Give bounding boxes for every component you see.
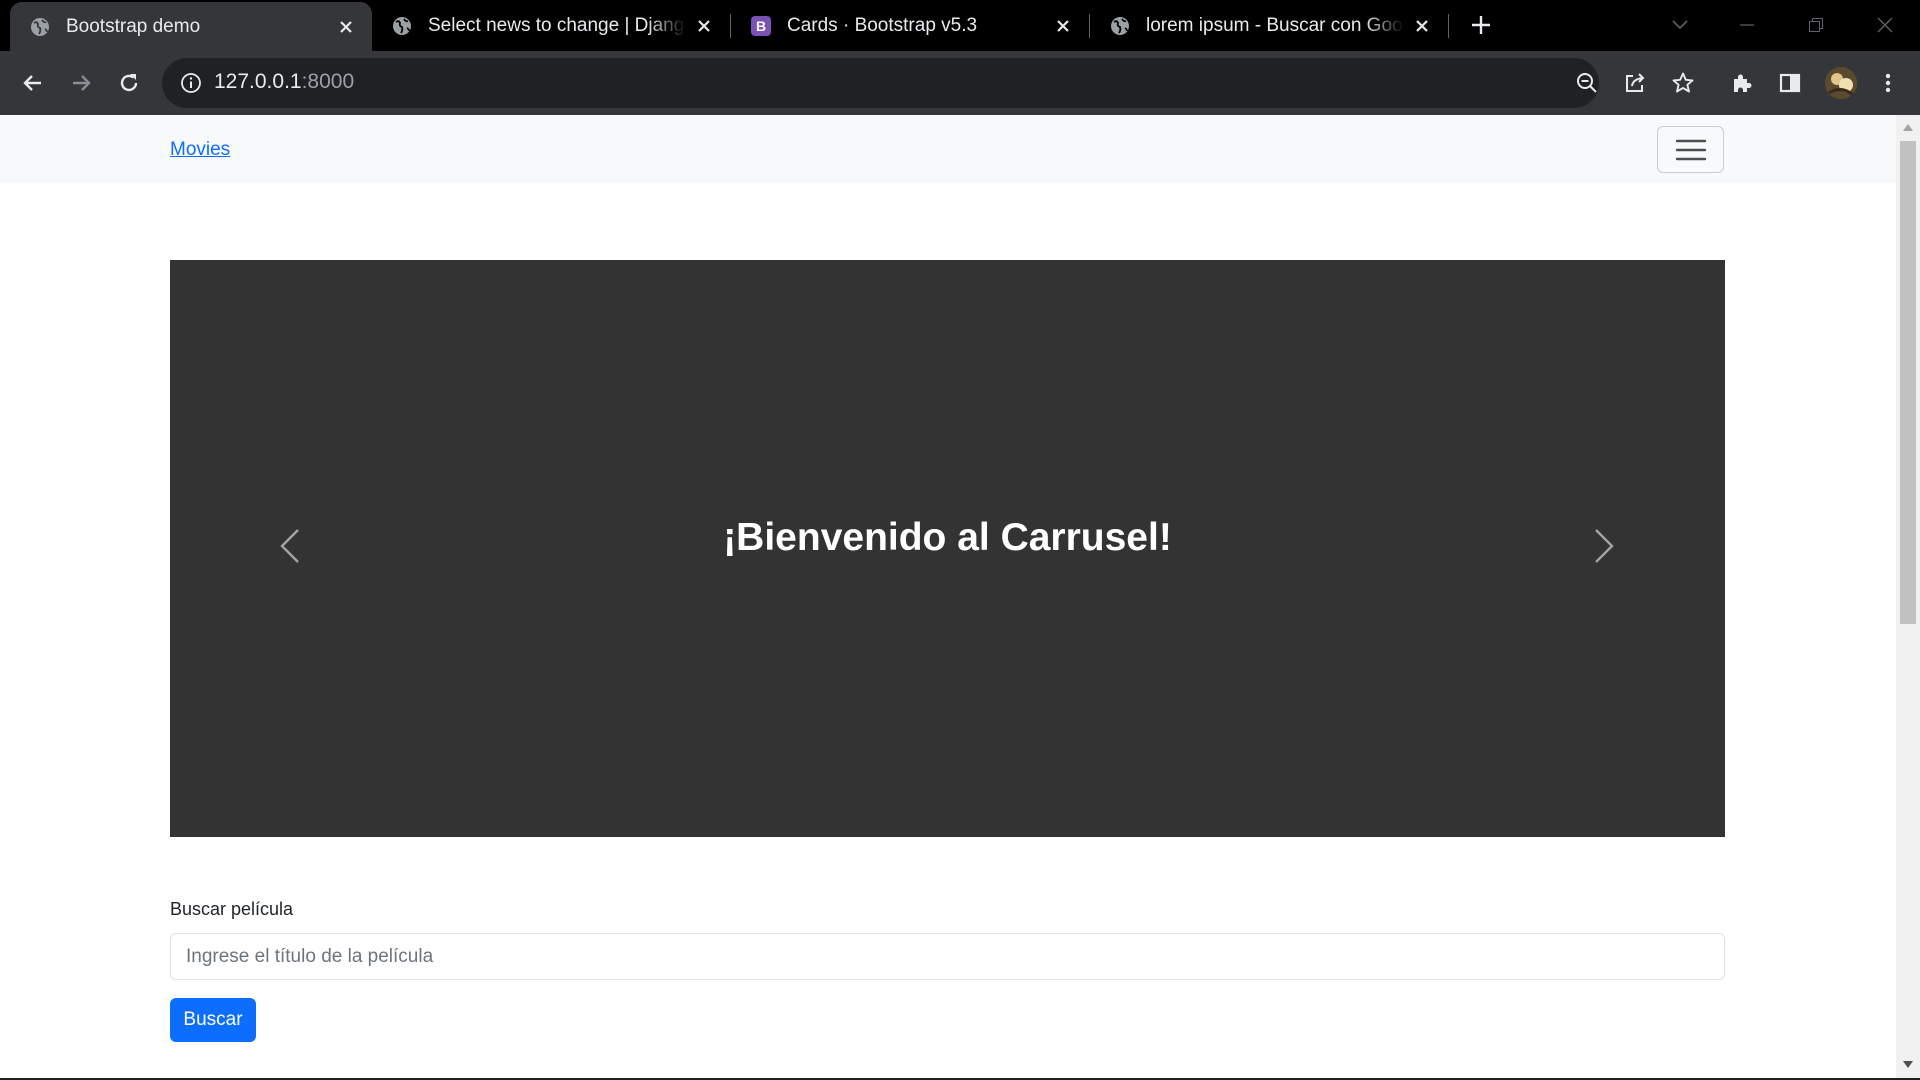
search-label: Buscar película bbox=[170, 899, 294, 919]
bookmark-star-icon[interactable] bbox=[1671, 71, 1695, 95]
page-viewport: Movies ¡Bienvenido al Carrusel! Buscar p… bbox=[0, 115, 1896, 1078]
tab-title: Cards · Bootstrap v5.3 bbox=[787, 14, 978, 36]
side-panel-icon[interactable] bbox=[1776, 69, 1804, 97]
scroll-down-arrow-icon[interactable] bbox=[1903, 1061, 1913, 1069]
page-scrollbar[interactable] bbox=[1896, 115, 1920, 1078]
scroll-up-arrow-icon[interactable] bbox=[1903, 123, 1913, 131]
close-tab-icon[interactable] bbox=[1412, 16, 1432, 36]
tab-search-chevron-icon[interactable] bbox=[1665, 10, 1695, 40]
carousel: ¡Bienvenido al Carrusel! bbox=[170, 260, 1725, 837]
globe-icon bbox=[31, 17, 49, 36]
tab-django-admin[interactable]: Select news to change | Django site admi… bbox=[372, 0, 730, 51]
navbar-toggler-button[interactable] bbox=[1657, 126, 1724, 173]
navbar: Movies bbox=[0, 115, 1896, 183]
tab-bootstrap-demo[interactable]: Bootstrap demo bbox=[10, 2, 372, 51]
more-menu-icon[interactable] bbox=[1874, 69, 1902, 97]
tab-bootstrap-cards[interactable]: B Cards · Bootstrap v5.3 bbox=[731, 0, 1089, 51]
carousel-caption: ¡Bienvenido al Carrusel! bbox=[723, 516, 1172, 559]
tab-title: Bootstrap demo bbox=[66, 15, 201, 37]
scrollbar-thumb[interactable] bbox=[1900, 141, 1916, 624]
tab-title: Select news to change | Django site admi… bbox=[428, 14, 686, 36]
close-tab-icon[interactable] bbox=[694, 16, 714, 36]
globe-icon bbox=[393, 16, 411, 35]
url-text[interactable]: 127.0.0.1:8000 bbox=[214, 70, 354, 94]
navbar-brand-link[interactable]: Movies bbox=[170, 139, 230, 161]
minimize-icon[interactable] bbox=[1732, 10, 1762, 40]
globe-icon bbox=[1111, 16, 1129, 35]
browser-toolbar: 127.0.0.1:8000 bbox=[0, 51, 1920, 115]
carousel-next-icon[interactable] bbox=[1590, 526, 1620, 566]
bootstrap-icon: B bbox=[751, 15, 771, 36]
extensions-puzzle-icon[interactable] bbox=[1728, 69, 1756, 97]
tab-google-search[interactable]: lorem ipsum - Buscar con Google bbox=[1090, 0, 1448, 51]
movie-search-input[interactable] bbox=[170, 933, 1725, 980]
restore-icon[interactable] bbox=[1801, 10, 1831, 40]
back-icon[interactable] bbox=[19, 69, 47, 97]
tab-separator bbox=[1448, 14, 1449, 38]
site-info-icon[interactable] bbox=[180, 72, 202, 94]
search-button[interactable]: Buscar bbox=[170, 998, 256, 1042]
new-tab-icon[interactable] bbox=[1468, 12, 1494, 38]
close-tab-icon[interactable] bbox=[1053, 16, 1073, 36]
tab-title: lorem ipsum - Buscar con Google bbox=[1146, 14, 1404, 36]
close-tab-icon[interactable] bbox=[336, 17, 356, 37]
hamburger-icon bbox=[1675, 139, 1706, 160]
tab-strip: Bootstrap demo Select news to change | D… bbox=[0, 0, 1920, 51]
zoom-out-icon[interactable] bbox=[1575, 71, 1599, 95]
close-window-icon[interactable] bbox=[1870, 10, 1900, 40]
profile-avatar[interactable] bbox=[1825, 67, 1857, 99]
reload-icon[interactable] bbox=[115, 69, 143, 97]
svg-text:B: B bbox=[756, 18, 766, 34]
forward-icon[interactable] bbox=[67, 69, 95, 97]
share-icon[interactable] bbox=[1623, 71, 1647, 95]
address-bar[interactable]: 127.0.0.1:8000 bbox=[162, 58, 1694, 108]
